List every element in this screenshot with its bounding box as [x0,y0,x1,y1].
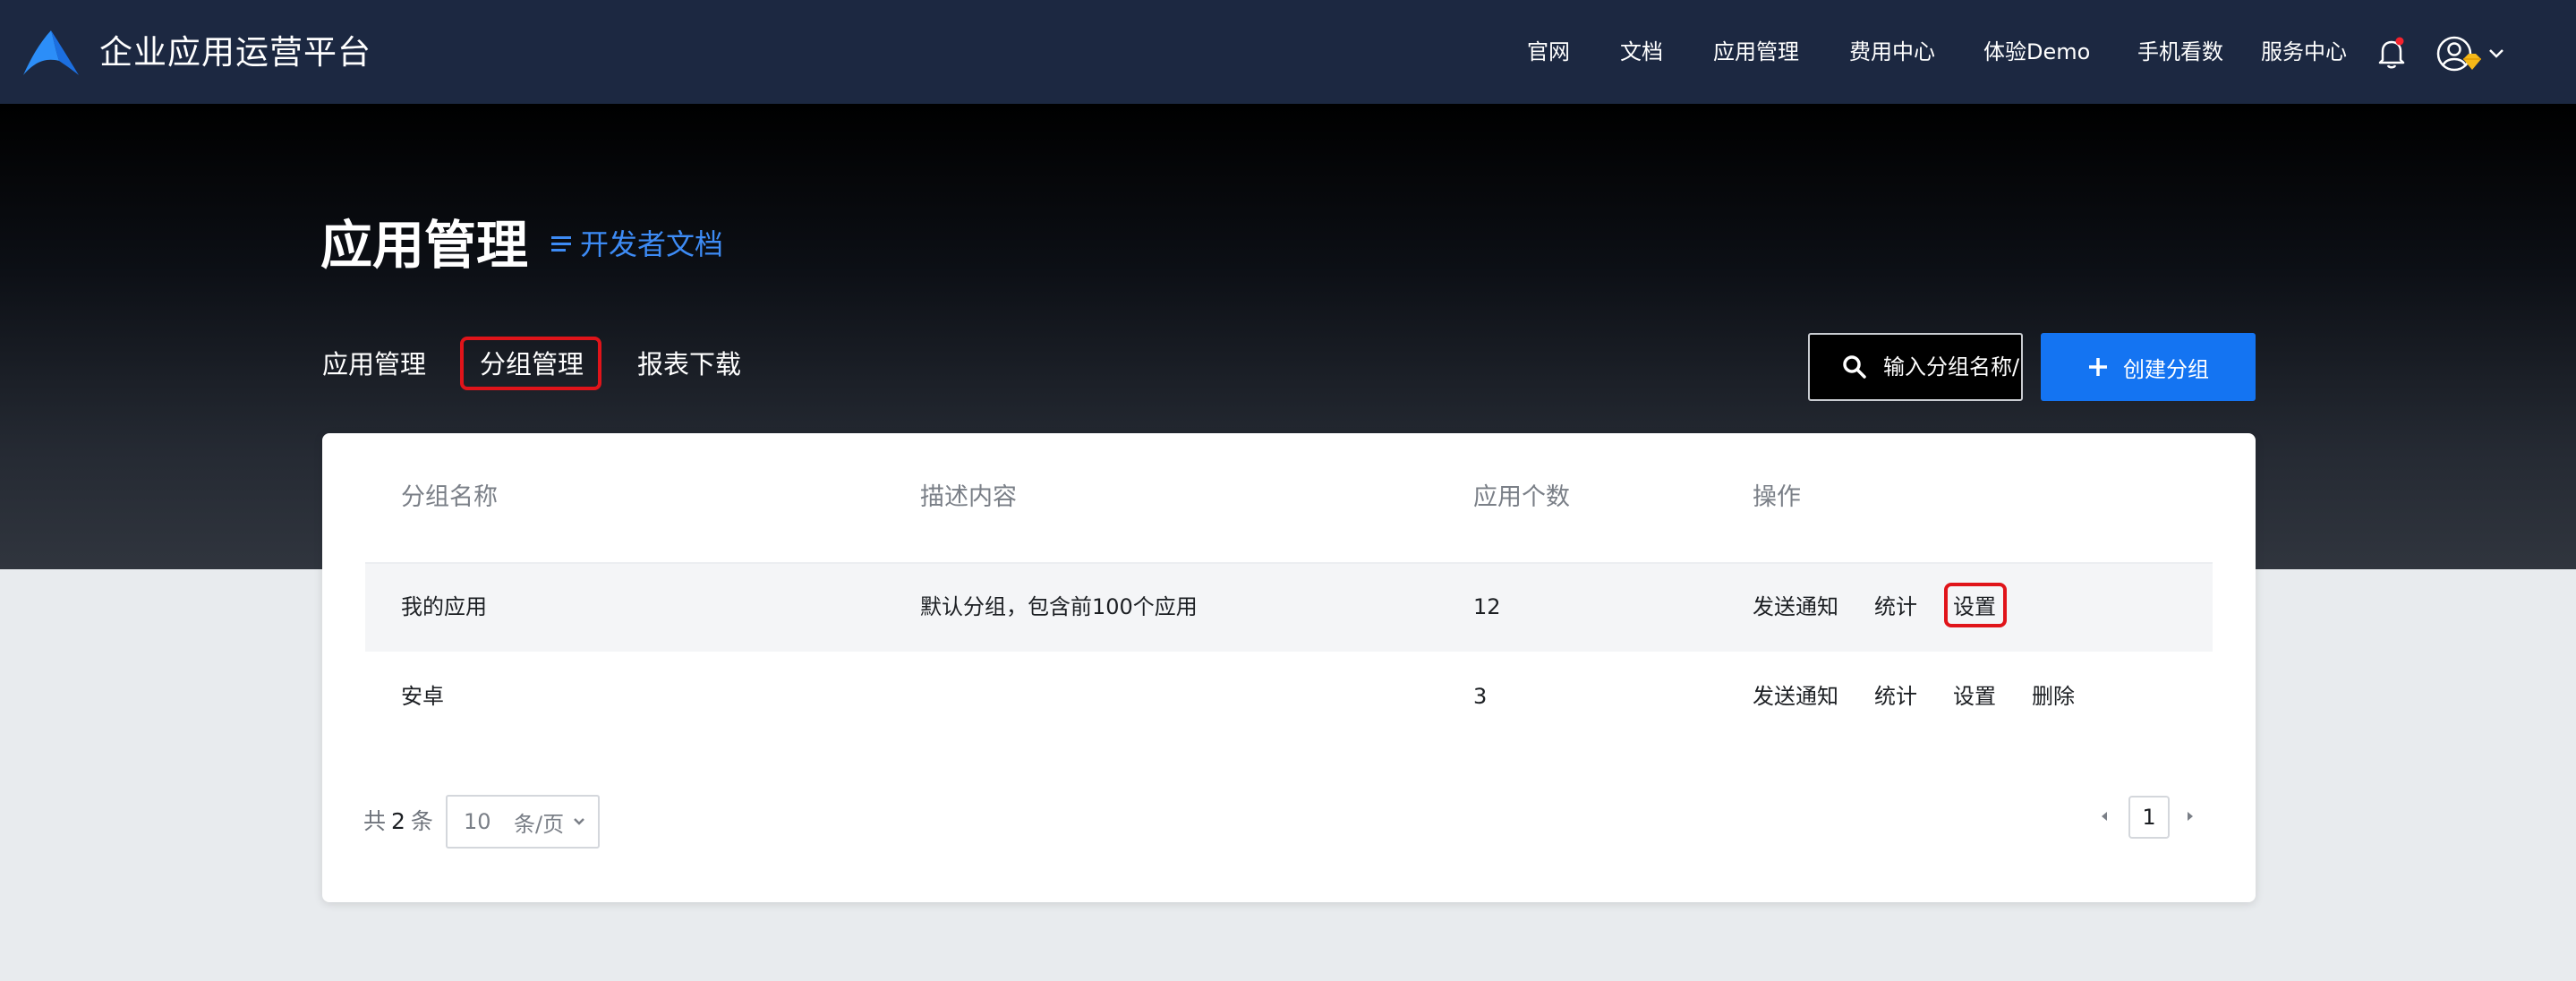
search-input[interactable] [1883,354,2021,380]
nav-item-docs[interactable]: 文档 [1620,34,1663,70]
settings-highlight [1944,583,2007,627]
search-icon [1843,355,1866,379]
create-group-button[interactable]: 创建分组 [2041,333,2256,401]
nav-item-demo[interactable]: 体验Demo [1983,34,2090,70]
settings-link[interactable]: 设置 [1953,678,1996,714]
nav-item-billing[interactable]: 费用中心 [1849,34,1935,70]
tab-report-download[interactable]: 报表下载 [637,342,741,387]
delete-link[interactable]: 删除 [2032,678,2075,714]
total-value: 2 [391,808,405,834]
column-header-group-name: 分组名称 [401,483,498,511]
page-number-button[interactable]: 1 [2128,796,2170,839]
create-group-label: 创建分组 [2123,356,2209,382]
tab-group-management[interactable]: 分组管理 [480,342,584,387]
logo-icon [23,30,79,75]
table-row [365,564,2213,652]
bell-icon[interactable] [2376,36,2408,70]
send-notification-link[interactable]: 发送通知 [1753,678,1838,714]
brand-name: 企业应用运营平台 [99,33,371,72]
column-header-description: 描述内容 [920,483,1017,511]
developer-docs-label: 开发者文档 [580,227,724,261]
total-suffix: 条 [410,808,433,834]
column-header-actions: 操作 [1753,483,1801,511]
tab-app-management[interactable]: 应用管理 [322,342,426,387]
total-prefix: 共 [363,808,387,834]
row-app-count: 12 [1473,594,1501,619]
group-table-card [322,433,2256,902]
nav-item-service-center[interactable]: 服务中心 [2261,34,2347,70]
statistics-link[interactable]: 统计 [1874,678,1917,714]
chevron-left-icon[interactable] [2094,806,2114,827]
column-header-app-count: 应用个数 [1473,483,1570,511]
top-navigation-bar: 企业应用运营平台 官网 文档 应用管理 费用中心 体验Demo 手机看数 服务中… [0,0,2576,104]
total-count: 共2条 [363,802,433,841]
row-description: 默认分组，包含前100个应用 [920,594,1198,619]
page-size-select[interactable]: 10 条/页 [446,795,600,849]
row-group-name: 我的应用 [401,594,487,619]
nav-item-official-site[interactable]: 官网 [1527,34,1570,70]
nav-item-mobile[interactable]: 手机看数 [2137,34,2223,70]
plus-icon [2089,358,2107,376]
chevron-right-icon[interactable] [2180,806,2200,827]
group-search[interactable] [1808,333,2023,401]
row-app-count: 3 [1473,684,1488,709]
doc-list-icon [551,236,571,252]
avatar-icon [2436,36,2472,72]
page-size-value: 10 [464,809,491,834]
page-size-unit: 条/页 [514,811,565,837]
nav-item-app-management[interactable]: 应用管理 [1713,34,1799,70]
vip-diamond-icon [2463,54,2481,70]
user-menu[interactable] [2435,34,2510,73]
developer-docs-link[interactable]: 开发者文档 [551,222,723,267]
row-group-name: 安卓 [401,684,444,709]
page-title: 应用管理 [320,215,529,276]
send-notification-link[interactable]: 发送通知 [1753,589,1838,625]
chevron-down-icon [2489,49,2503,58]
statistics-link[interactable]: 统计 [1874,589,1917,625]
chevron-down-icon [574,818,584,825]
